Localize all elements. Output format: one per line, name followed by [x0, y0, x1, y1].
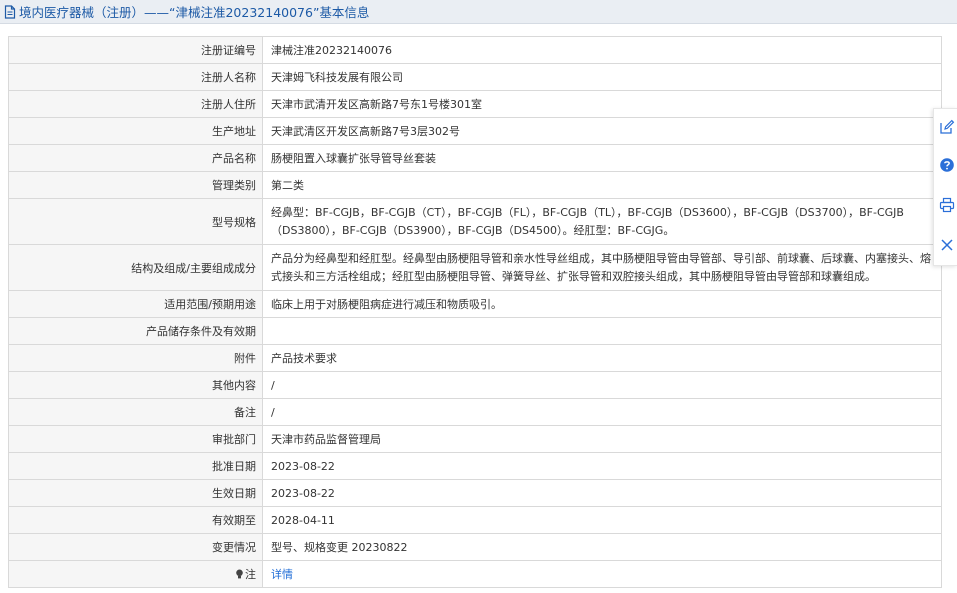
row-label: 附件: [8, 344, 263, 372]
table-row: 注册人住所 天津市武清开发区高新路7号东1号楼301室: [8, 90, 942, 118]
table-row: 适用范围/预期用途 临床上用于对肠梗阻病症进行减压和物质吸引。: [8, 290, 942, 318]
lightbulb-icon: [236, 569, 243, 579]
table-row: 注册证编号 津械注准20232140076: [8, 36, 942, 64]
note-label-cell: 注: [8, 560, 263, 588]
table-row: 生效日期 2023-08-22: [8, 479, 942, 507]
row-label: 型号规格: [8, 198, 263, 245]
table-row: 批准日期 2023-08-22: [8, 452, 942, 480]
row-label: 批准日期: [8, 452, 263, 480]
row-value: 产品技术要求: [262, 344, 942, 372]
note-value-cell: 详情: [262, 560, 942, 588]
row-value: 天津武清区开发区高新路7号3层302号: [262, 117, 942, 145]
row-label: 备注: [8, 398, 263, 426]
table-row: 型号规格 经鼻型：BF-CGJB，BF-CGJB（CT），BF-CGJB（FL）…: [8, 198, 942, 245]
page-title: 境内医疗器械（注册）——“津械注准20232140076”基本信息: [19, 5, 370, 20]
table-row: 备注 /: [8, 398, 942, 426]
row-value: /: [262, 371, 942, 399]
table-row: 变更情况 型号、规格变更 20230822: [8, 533, 942, 561]
table-row: 有效期至 2028-04-11: [8, 506, 942, 534]
row-label: 适用范围/预期用途: [8, 290, 263, 318]
row-label: 注册证编号: [8, 36, 263, 64]
table-row: 附件 产品技术要求: [8, 344, 942, 372]
print-icon[interactable]: [939, 197, 955, 213]
row-label: 其他内容: [8, 371, 263, 399]
row-value: 产品分为经鼻型和经肛型。经鼻型由肠梗阻导管和亲水性导丝组成，其中肠梗阻导管由导管…: [262, 244, 942, 291]
row-value: 天津姆飞科技发展有限公司: [262, 63, 942, 91]
row-label: 产品储存条件及有效期: [8, 317, 263, 345]
edit-icon[interactable]: [939, 119, 955, 135]
row-value: 2023-08-22: [262, 452, 942, 480]
row-value: 2023-08-22: [262, 479, 942, 507]
row-label: 管理类别: [8, 171, 263, 199]
details-link[interactable]: 详情: [271, 568, 293, 581]
table-row: 管理类别 第二类: [8, 171, 942, 199]
row-value: [262, 317, 942, 345]
row-label: 有效期至: [8, 506, 263, 534]
row-value: 肠梗阻置入球囊扩张导管导丝套装: [262, 144, 942, 172]
help-icon[interactable]: [939, 157, 955, 173]
table-row: 生产地址 天津武清区开发区高新路7号3层302号: [8, 117, 942, 145]
note-label: 注: [245, 568, 256, 581]
table-row: 审批部门 天津市药品监督管理局: [8, 425, 942, 453]
table-row: 结构及组成/主要组成成分 产品分为经鼻型和经肛型。经鼻型由肠梗阻导管和亲水性导丝…: [8, 244, 942, 291]
side-toolbar: [933, 108, 957, 266]
row-value: 第二类: [262, 171, 942, 199]
info-table: 注册证编号 津械注准20232140076 注册人名称 天津姆飞科技发展有限公司…: [8, 36, 942, 588]
table-row: 产品储存条件及有效期: [8, 317, 942, 345]
row-label: 产品名称: [8, 144, 263, 172]
row-label: 变更情况: [8, 533, 263, 561]
close-icon[interactable]: [939, 237, 955, 253]
row-label: 结构及组成/主要组成成分: [8, 244, 263, 291]
row-label: 注册人名称: [8, 63, 263, 91]
table-row: 注 详情: [8, 560, 942, 588]
document-icon: [4, 4, 16, 19]
table-row: 产品名称 肠梗阻置入球囊扩张导管导丝套装: [8, 144, 942, 172]
row-value: 2028-04-11: [262, 506, 942, 534]
row-value: /: [262, 398, 942, 426]
row-value: 天津市武清开发区高新路7号东1号楼301室: [262, 90, 942, 118]
row-value: 天津市药品监督管理局: [262, 425, 942, 453]
row-label: 生效日期: [8, 479, 263, 507]
row-value: 临床上用于对肠梗阻病症进行减压和物质吸引。: [262, 290, 942, 318]
row-label: 生产地址: [8, 117, 263, 145]
page-title-bar: 境内医疗器械（注册）——“津械注准20232140076”基本信息: [0, 0, 957, 24]
row-value: 经鼻型：BF-CGJB，BF-CGJB（CT），BF-CGJB（FL），BF-C…: [262, 198, 942, 245]
row-label: 审批部门: [8, 425, 263, 453]
row-label: 注册人住所: [8, 90, 263, 118]
table-row: 其他内容 /: [8, 371, 942, 399]
table-row: 注册人名称 天津姆飞科技发展有限公司: [8, 63, 942, 91]
row-value: 津械注准20232140076: [262, 36, 942, 64]
row-value: 型号、规格变更 20230822: [262, 533, 942, 561]
